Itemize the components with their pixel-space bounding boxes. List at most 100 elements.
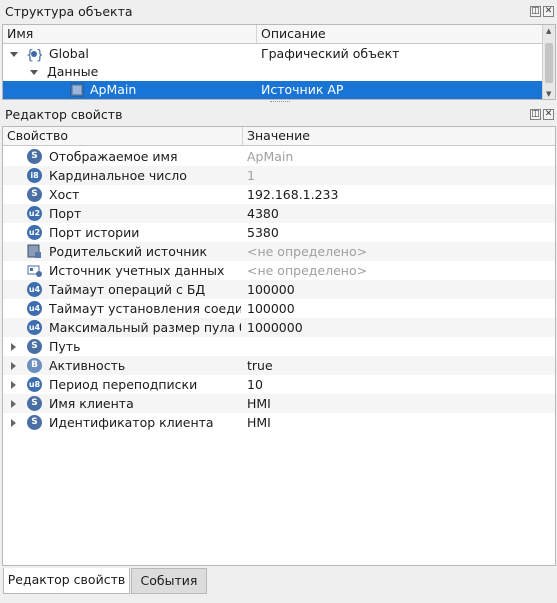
property-label: Имя клиента bbox=[49, 396, 134, 411]
property-label: Порт bbox=[49, 206, 82, 221]
property-panel-title-buttons: ◫ ✕ bbox=[530, 109, 554, 120]
property-row[interactable]: u2 Порт истории 5380 bbox=[3, 223, 555, 242]
column-property-header[interactable]: Свойство bbox=[3, 127, 243, 145]
tree-row-description: Графический объект bbox=[261, 46, 400, 61]
property-value[interactable]: true bbox=[247, 356, 273, 375]
property-value[interactable]: 1 bbox=[247, 166, 255, 185]
property-label: Хост bbox=[49, 187, 80, 202]
bottom-tab-bar: Редактор свойств События bbox=[0, 566, 557, 603]
type-u4-icon: u4 bbox=[27, 320, 42, 335]
tree-row-name: ApMain bbox=[90, 82, 137, 97]
source-icon bbox=[70, 83, 84, 97]
property-row[interactable]: u2 Порт 4380 bbox=[3, 204, 555, 223]
property-value[interactable]: 100000 bbox=[247, 280, 295, 299]
property-value[interactable]: 10 bbox=[247, 375, 263, 394]
property-row[interactable]: u8 Период переподписки 10 bbox=[3, 375, 555, 394]
expand-arrow-icon[interactable] bbox=[11, 400, 16, 408]
property-label: Таймаут операций с БД bbox=[49, 282, 206, 297]
object-braces-icon: { } bbox=[26, 46, 42, 62]
property-value[interactable]: 192.168.1.233 bbox=[247, 185, 338, 204]
property-label: Период переподписки bbox=[49, 377, 198, 392]
property-value[interactable]: HMI bbox=[247, 394, 271, 413]
property-value[interactable]: 5380 bbox=[247, 223, 279, 242]
property-row[interactable]: S Идентификатор клиента HMI bbox=[3, 413, 555, 432]
type-u8-icon: u8 bbox=[27, 377, 42, 392]
property-row[interactable]: S Путь bbox=[3, 337, 555, 356]
property-row[interactable]: Родительский источник <не определено> bbox=[3, 242, 555, 261]
tree-row-name: Global bbox=[49, 46, 89, 61]
scroll-up-icon[interactable]: ▲ bbox=[546, 27, 551, 35]
property-panel-title: Редактор свойств ◫ ✕ bbox=[0, 105, 557, 125]
close-icon[interactable]: ✕ bbox=[543, 6, 554, 17]
property-row[interactable]: B Активность true bbox=[3, 356, 555, 375]
type-s-icon: S bbox=[27, 415, 42, 430]
expand-arrow-icon[interactable] bbox=[11, 343, 16, 351]
type-s-icon: S bbox=[27, 149, 42, 164]
property-label: Отображаемое имя bbox=[49, 149, 178, 164]
tree-row-global[interactable]: { } Global Графический объект bbox=[3, 45, 543, 63]
float-icon[interactable]: ◫ bbox=[530, 6, 541, 17]
expand-arrow-icon[interactable] bbox=[30, 70, 38, 75]
column-name-header[interactable]: Имя bbox=[3, 25, 257, 43]
splitter-handle[interactable] bbox=[270, 101, 290, 104]
property-label: Порт истории bbox=[49, 225, 140, 240]
structure-tree-header: Имя Описание bbox=[3, 25, 543, 44]
property-row[interactable]: S Имя клиента HMI bbox=[3, 394, 555, 413]
scrollbar-handle[interactable] bbox=[545, 43, 553, 83]
svg-text:}: } bbox=[36, 48, 42, 62]
property-label: Источник учетных данных bbox=[49, 263, 225, 278]
property-label: Родительский источник bbox=[49, 244, 208, 259]
property-row[interactable]: Источник учетных данных <не определено> bbox=[3, 261, 555, 280]
property-value[interactable]: HMI bbox=[247, 413, 271, 432]
tree-row-apmain[interactable]: ApMain Источник AP bbox=[3, 81, 543, 99]
tab-property-editor[interactable]: Редактор свойств bbox=[3, 568, 130, 594]
float-icon[interactable]: ◫ bbox=[530, 109, 541, 120]
expand-arrow-icon[interactable] bbox=[11, 419, 16, 427]
property-value[interactable]: 100000 bbox=[247, 299, 295, 318]
column-value-header[interactable]: Значение bbox=[243, 127, 555, 145]
property-panel-title-text: Редактор свойств bbox=[5, 107, 123, 122]
type-b-icon: B bbox=[27, 358, 42, 373]
property-value[interactable]: 4380 bbox=[247, 204, 279, 223]
type-u2-icon: u2 bbox=[27, 206, 42, 221]
type-i8-icon: i8 bbox=[27, 168, 42, 183]
structure-panel-title-buttons: ◫ ✕ bbox=[530, 6, 554, 17]
tree-row-description: Источник AP bbox=[261, 82, 344, 97]
scroll-down-icon[interactable]: ▼ bbox=[546, 90, 551, 98]
type-s-icon: S bbox=[27, 339, 42, 354]
structure-tree[interactable]: Имя Описание { } Global Графический объе… bbox=[2, 24, 556, 100]
property-grid[interactable]: Свойство Значение S Отображаемое имя ApMai… bbox=[2, 126, 556, 566]
close-icon[interactable]: ✕ bbox=[543, 109, 554, 120]
property-label: Путь bbox=[49, 339, 81, 354]
property-row[interactable]: u4 Максимальный размер пула б... 1000000 bbox=[3, 318, 555, 337]
property-row[interactable]: u4 Таймаут установления соеди... 100000 bbox=[3, 299, 555, 318]
tab-events[interactable]: События bbox=[131, 568, 207, 594]
property-label: Таймаут установления соеди... bbox=[49, 301, 241, 316]
property-label: Активность bbox=[49, 358, 126, 373]
structure-panel-title: Структура объекта ◫ ✕ bbox=[0, 2, 557, 22]
column-description-header[interactable]: Описание bbox=[257, 25, 543, 43]
property-row[interactable]: u4 Таймаут операций с БД 100000 bbox=[3, 280, 555, 299]
type-u4-icon: u4 bbox=[27, 282, 42, 297]
type-s-icon: S bbox=[27, 396, 42, 411]
structure-panel-title-text: Структура объекта bbox=[5, 4, 133, 19]
type-u4-icon: u4 bbox=[27, 301, 42, 316]
structure-scrollbar[interactable]: ▲ ▼ bbox=[542, 25, 555, 99]
property-grid-header: Свойство Значение bbox=[3, 127, 555, 146]
property-row[interactable]: S Хост 192.168.1.233 bbox=[3, 185, 555, 204]
property-value[interactable]: 1000000 bbox=[247, 318, 303, 337]
property-label: Кардинальное число bbox=[49, 168, 187, 183]
property-row[interactable]: S Отображаемое имя ApMain bbox=[3, 147, 555, 166]
type-s-icon: S bbox=[27, 187, 42, 202]
tree-row-name: Данные bbox=[47, 64, 99, 79]
tree-row-data[interactable]: Данные bbox=[3, 63, 543, 81]
expand-arrow-icon[interactable] bbox=[11, 381, 16, 389]
property-row[interactable]: i8 Кардинальное число 1 bbox=[3, 166, 555, 185]
property-label: Идентификатор клиента bbox=[49, 415, 214, 430]
property-value[interactable]: ApMain bbox=[247, 147, 293, 166]
property-value[interactable]: <не определено> bbox=[247, 261, 367, 280]
property-label: Максимальный размер пула б... bbox=[49, 320, 241, 335]
property-value[interactable]: <не определено> bbox=[247, 242, 367, 261]
expand-arrow-icon[interactable] bbox=[10, 52, 18, 57]
expand-arrow-icon[interactable] bbox=[11, 362, 16, 370]
